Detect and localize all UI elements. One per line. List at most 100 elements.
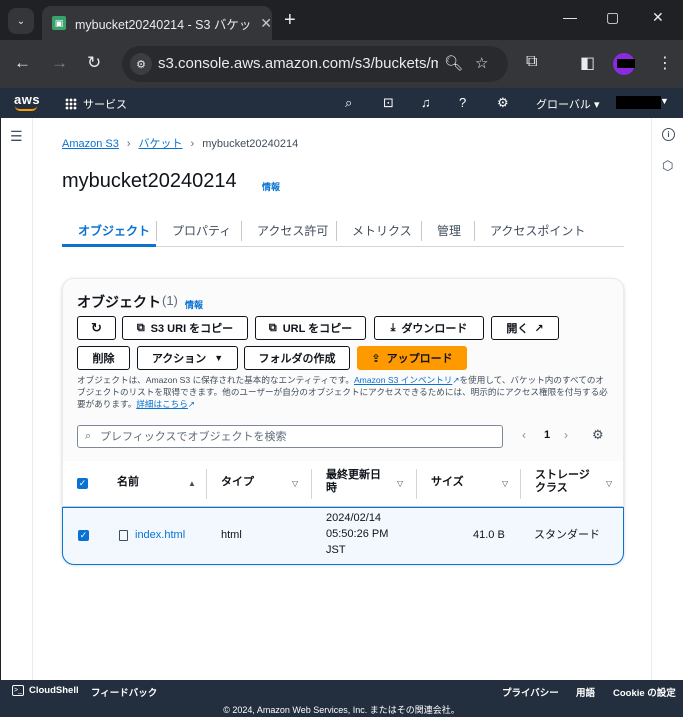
breadcrumb-amazon-s3[interactable]: Amazon S3 [62,138,119,150]
tab-objects[interactable]: オブジェクト [78,222,150,239]
upload-label: アップロード [386,353,453,365]
tab-properties[interactable]: プロパティ [172,222,231,239]
create-folder-button[interactable]: フォルダの作成 [244,346,350,370]
column-name[interactable]: 名前 [117,476,139,489]
extensions-icon[interactable]: ⧉ [526,53,537,71]
object-search-field[interactable]: ⌕ [77,425,503,448]
cloudshell-icon[interactable]: ⊡ [383,95,394,111]
file-icon [119,530,128,541]
create-folder-label: フォルダの作成 [258,353,336,365]
table-row[interactable]: ✓ index.html html 2024/02/14 05:50:26 PM… [62,507,624,565]
reload-icon[interactable]: ↻ [87,53,101,73]
zoom-icon[interactable]: 🔍︎ [444,54,463,72]
search-input[interactable] [100,426,498,447]
right-tools-rail: i ⬡ [651,118,683,680]
cloudshell-link[interactable]: CloudShell [29,685,79,696]
privacy-link[interactable]: プライバシー [502,685,559,699]
next-page-icon[interactable]: › [564,428,568,442]
search-icon[interactable]: ⌕ [345,95,352,111]
settings-icon[interactable]: ⚙ [497,95,509,111]
close-window-icon[interactable]: ✕ [652,9,664,26]
minimize-icon[interactable]: — [563,9,577,25]
delete-button[interactable]: 削除 [77,346,130,370]
info-panel-icon[interactable]: i [662,128,675,141]
object-size: 41.0 B [473,529,505,541]
new-tab-button[interactable]: + [284,10,296,30]
column-type[interactable]: タイプ [221,476,254,489]
site-info-icon[interactable]: ⚙ [130,53,152,75]
upload-button[interactable]: ⇪ アップロード [357,346,467,370]
sort-ascending-icon[interactable]: ▲ [188,479,196,488]
current-page-number[interactable]: 1 [544,429,550,441]
select-all-checkbox[interactable]: ✓ [77,478,88,489]
aws-console-header: aws サービス ⌕ ⊡ ♫ ? ⚙ グローバル ▾ ▼ [0,88,683,118]
cloudshell-icon[interactable]: >_ [12,685,24,696]
upload-icon: ⇪ [371,352,381,365]
breadcrumb-current: mybucket20240214 [202,138,299,150]
maximize-icon[interactable]: ▢ [606,9,619,26]
aws-logo[interactable]: aws [14,92,40,107]
grid-icon [65,98,77,110]
objects-heading: オブジェクト [77,294,161,310]
sort-icon[interactable]: ▽ [502,479,508,488]
sort-icon[interactable]: ▽ [292,479,298,488]
actions-dropdown[interactable]: アクション ▼ [137,346,238,370]
hamburger-menu-icon[interactable]: ☰ [10,128,23,145]
forward-icon[interactable]: → [51,53,68,73]
tab-access-points[interactable]: アクセスポイント [490,222,585,239]
open-button[interactable]: 開く ↗ [491,316,559,340]
tab-permissions[interactable]: アクセス許可 [257,222,328,239]
sort-icon[interactable]: ▽ [606,479,612,488]
hexagon-icon[interactable]: ⬡ [662,158,673,174]
column-storage-class[interactable]: ストレージクラス [535,469,597,495]
feedback-link[interactable]: フィードバック [91,685,157,699]
object-name-link[interactable]: index.html [135,527,185,543]
sort-icon[interactable]: ▽ [397,479,403,488]
help-icon[interactable]: ? [459,95,466,110]
tab-close-icon[interactable]: ✕ [260,15,272,32]
bookmark-star-icon[interactable]: ☆ [475,54,488,72]
column-divider[interactable] [206,469,207,499]
url-text[interactable]: s3.console.aws.amazon.com/s3/buckets/my.… [158,55,438,72]
copy-s3-uri-button[interactable]: ⧉ S3 URI をコピー [122,316,248,340]
column-divider[interactable] [311,469,312,499]
column-divider[interactable] [416,469,417,499]
copy-url-button[interactable]: ⧉ URL をコピー [255,316,366,340]
address-bar[interactable]: ⚙ s3.console.aws.amazon.com/s3/buckets/m… [122,46,508,82]
external-link-icon: ↗ [452,375,460,385]
column-last-modified[interactable]: 最終更新日時 [326,469,388,495]
browser-tab[interactable]: ▣ mybucket20240214 - S3 バケット ✕ [42,6,272,40]
back-icon[interactable]: ← [14,53,31,73]
row-checkbox[interactable]: ✓ [78,530,89,541]
tab-management[interactable]: 管理 [437,222,461,239]
bucket-info-link[interactable]: 情報 [262,180,280,193]
table-settings-icon[interactable]: ⚙ [592,427,604,443]
previous-page-icon[interactable]: ‹ [522,428,526,442]
column-size[interactable]: サイズ [431,476,464,489]
objects-panel-header: オブジェクト (1) 情報 ↻ ⧉ S3 URI をコピー ⧉ URL をコピー ⤓… [63,279,623,461]
browser-toolbar: ← → ↻ ⚙ s3.console.aws.amazon.com/s3/buc… [0,40,683,88]
cookie-settings-link[interactable]: Cookie の設定 [613,685,676,699]
download-button[interactable]: ⤓ ダウンロード [374,316,484,340]
breadcrumb-buckets[interactable]: バケット [139,138,183,150]
column-divider[interactable] [520,469,521,499]
notifications-icon[interactable]: ♫ [421,95,431,110]
refresh-button[interactable]: ↻ [77,316,116,340]
menu-icon[interactable]: ⋮ [657,53,673,73]
services-menu[interactable]: サービス [65,96,127,112]
tab-metrics[interactable]: メトリクス [352,222,412,239]
copy-url-label: URL をコピー [282,323,353,335]
tab-divider [156,221,157,241]
inventory-link[interactable]: Amazon S3 インベントリ [354,375,452,385]
caret-down-icon: ▼ [214,353,224,363]
tab-list-button[interactable]: ⌄ [8,8,34,34]
s3-bucket-page: ☰ i ⬡ Amazon S3 › バケット › mybucket20240214 my… [0,118,683,680]
objects-info-link[interactable]: 情報 [185,298,203,311]
side-panel-icon[interactable]: ◧ [580,53,595,73]
object-storage-class: スタンダード [534,529,600,541]
learn-more-link[interactable]: 詳細はこちら [136,399,188,409]
chevron-down-icon[interactable]: ▼ [660,96,669,106]
region-selector[interactable]: グローバル ▾ [536,96,599,112]
terms-link[interactable]: 用語 [576,685,595,699]
account-menu[interactable] [616,96,661,109]
